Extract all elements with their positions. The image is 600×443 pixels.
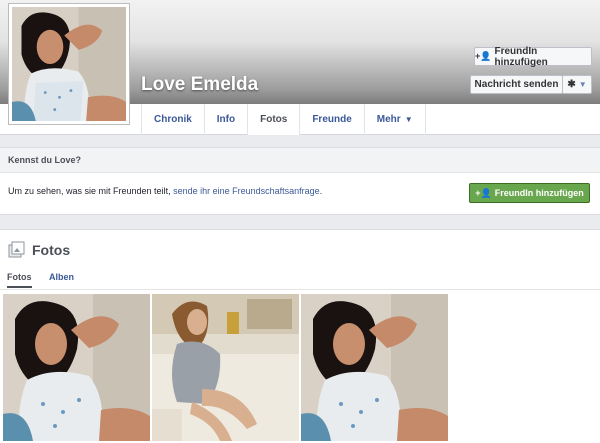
photos-tab-alben[interactable]: Alben [49,272,74,282]
photo-thumbnail[interactable] [3,294,150,441]
profile-picture[interactable] [8,3,130,125]
photos-header: Fotos [8,241,70,259]
photo-thumbnail[interactable] [301,294,448,441]
know-text: Um zu sehen, was sie mit Freunden teilt, [8,186,171,196]
photos-tabs: Fotos Alben [0,270,600,290]
photos-section: Fotos Fotos Alben [0,229,600,443]
add-friend-icon: +👤 [475,51,492,61]
tab-label: Fotos [260,114,288,125]
settings-dropdown-button[interactable]: ✱ ▼ [562,75,592,94]
photo-thumbnail[interactable] [152,294,299,441]
photo-image [301,294,448,441]
photos-icon [8,241,25,258]
photos-title: Fotos [32,242,71,258]
know-period: . [319,186,323,196]
photo-image [3,294,150,441]
add-friend-icon: +👤 [475,187,492,198]
tab-info[interactable]: Info [203,104,247,135]
chevron-down-icon: ▼ [404,115,413,124]
send-message-label: Nachricht senden [474,79,559,90]
gear-icon: ✱ [567,79,576,90]
know-card-title: Kennst du Love? [0,148,600,173]
tab-label: Info [216,114,236,125]
add-friend-button[interactable]: +👤 FreundIn hinzufügen [474,45,592,68]
tab-fotos[interactable]: Fotos [247,104,300,135]
profile-photo-image [12,7,126,121]
chevron-down-icon: ▼ [578,80,587,89]
tab-chronik[interactable]: Chronik [141,104,204,135]
know-person-card: Kennst du Love? Um zu sehen, was sie mit… [0,147,600,215]
send-message-button[interactable]: Nachricht senden [470,75,563,94]
add-friend-green-label: FreundIn hinzufügen [494,188,584,198]
friend-request-link[interactable]: sende ihr eine Freundschaftsanfrage [173,186,320,196]
tab-mehr[interactable]: Mehr ▼ [363,104,426,135]
photo-image [152,294,299,441]
know-card-text: Um zu sehen, was sie mit Freunden teilt,… [8,186,322,196]
tab-label: Chronik [154,114,192,125]
tab-freunde[interactable]: Freunde [299,104,363,135]
photos-tab-fotos[interactable]: Fotos [7,272,32,288]
tab-label: Freunde [312,114,352,125]
tab-label: Mehr [376,114,401,125]
add-friend-green-button[interactable]: +👤 FreundIn hinzufügen [469,183,590,203]
profile-name[interactable]: Love Emelda [141,74,258,96]
add-friend-label: FreundIn hinzufügen [494,45,548,68]
